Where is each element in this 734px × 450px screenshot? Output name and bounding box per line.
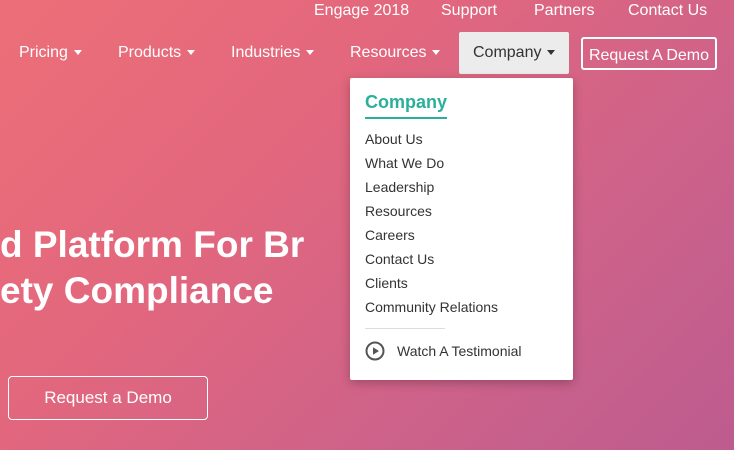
testimonial-label: Watch A Testimonial bbox=[397, 343, 522, 359]
hero-heading-line-1: d Platform For Br bbox=[0, 224, 305, 265]
topbar-link-partners[interactable]: Partners bbox=[534, 2, 594, 20]
dropdown-divider bbox=[365, 328, 445, 329]
topbar-link-contact[interactable]: Contact Us bbox=[628, 2, 707, 20]
dropdown-item-leadership[interactable]: Leadership bbox=[365, 179, 434, 195]
dropdown-item-careers[interactable]: Careers bbox=[365, 227, 415, 243]
request-demo-hero-button[interactable]: Request a Demo bbox=[8, 376, 208, 420]
dropdown-item-resources[interactable]: Resources bbox=[365, 203, 432, 219]
company-dropdown-menu: Company About Us What We Do Leadership R… bbox=[350, 78, 573, 380]
nav-item-label: Products bbox=[118, 44, 182, 61]
caret-down-icon bbox=[187, 50, 196, 56]
dropdown-item-what-we-do[interactable]: What We Do bbox=[365, 155, 444, 171]
dropdown-item-community-relations[interactable]: Community Relations bbox=[365, 299, 498, 315]
nav-item-products[interactable]: Products bbox=[118, 32, 196, 74]
nav-item-label: Industries bbox=[231, 44, 301, 61]
dropdown-item-about-us[interactable]: About Us bbox=[365, 131, 423, 147]
caret-down-icon bbox=[73, 50, 82, 56]
hero-heading-line-2: ety Compliance bbox=[0, 270, 274, 311]
nav-item-pricing[interactable]: Pricing bbox=[19, 32, 82, 74]
heading-underline bbox=[365, 117, 447, 119]
caret-down-icon bbox=[432, 50, 441, 56]
nav-item-label: Company bbox=[473, 44, 542, 61]
top-utility-bar: Engage 2018 Support Partners Contact Us bbox=[0, 0, 734, 24]
dropdown-item-contact-us[interactable]: Contact Us bbox=[365, 251, 434, 267]
nav-item-industries[interactable]: Industries bbox=[231, 32, 315, 74]
dropdown-heading: Company bbox=[365, 92, 448, 112]
caret-down-icon bbox=[306, 50, 315, 56]
caret-down-icon bbox=[547, 50, 556, 56]
hero-heading: d Platform For Br ety Compliance bbox=[0, 222, 304, 314]
nav-item-company[interactable]: Company bbox=[459, 32, 570, 74]
nav-item-label: Pricing bbox=[19, 44, 68, 61]
topbar-link-support[interactable]: Support bbox=[441, 2, 497, 20]
topbar-link-engage[interactable]: Engage 2018 bbox=[314, 2, 409, 20]
play-circle-icon bbox=[365, 341, 385, 361]
request-demo-nav-button[interactable]: Request A Demo bbox=[581, 37, 717, 70]
nav-item-resources[interactable]: Resources bbox=[350, 32, 441, 74]
nav-item-label: Resources bbox=[350, 44, 427, 61]
dropdown-item-clients[interactable]: Clients bbox=[365, 275, 408, 291]
